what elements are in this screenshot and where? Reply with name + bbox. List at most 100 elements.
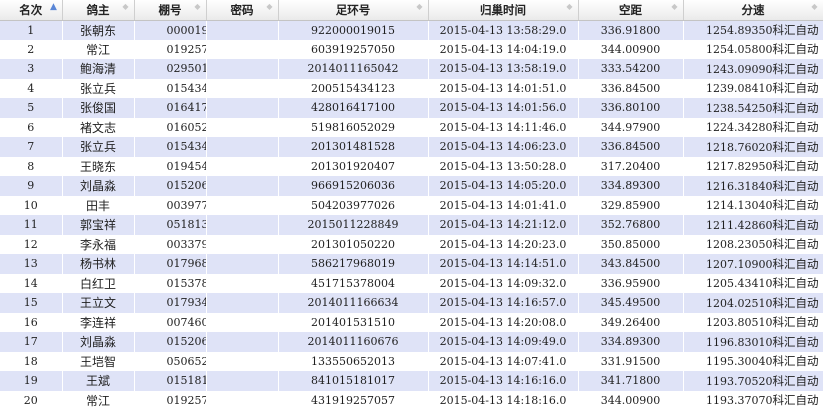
speed-value: 1224.34280 — [706, 121, 773, 135]
column-header-speed[interactable]: 分速 ◆ — [683, 0, 823, 21]
cell-pigeon_no: 051813 — [134, 215, 207, 235]
column-header-distance[interactable]: 空距 ◆ — [578, 0, 684, 21]
cell-arrival: 2015-04-13 14:16:16.0 — [428, 371, 579, 391]
column-header-ring[interactable]: 足环号 ◆ — [278, 0, 429, 21]
speed-source: 科汇自动 — [772, 256, 819, 271]
cell-rank: 18 — [0, 351, 63, 371]
column-header-code[interactable]: 密码 ◆ — [206, 0, 279, 21]
table-row[interactable]: 2 常江 019257 603919257050 2015-04-13 14:04:19… — [0, 39, 823, 59]
column-header-owner[interactable]: 鸽主 ◆ — [62, 0, 135, 21]
speed-value: 1211.42860 — [706, 218, 773, 232]
cell-owner: 王垲智 — [62, 351, 135, 371]
table-row[interactable]: 11 郭宝祥 051813 2015011228849 2015-04-13 14:21… — [0, 215, 823, 235]
table-row[interactable]: 12 李永福 003379 201301050220 2015-04-13 14:20:… — [0, 234, 823, 254]
cell-owner: 张立兵 — [62, 137, 135, 157]
cell-owner: 褚文志 — [62, 117, 135, 137]
cell-speed: 1243.09090科汇自动 — [683, 59, 823, 79]
cell-owner: 张朝东 — [62, 20, 135, 40]
cell-rank: 16 — [0, 312, 63, 332]
table-row[interactable]: 5 张俊国 016417 428016417100 2015-04-13 14:01:5… — [0, 98, 823, 118]
table-row[interactable]: 7 张立兵 015434 201301481528 2015-04-13 14:06:2… — [0, 137, 823, 157]
cell-distance: 336.95900 — [578, 273, 684, 293]
cell-arrival: 2015-04-13 14:04:19.0 — [428, 39, 579, 59]
speed-source: 科汇自动 — [772, 315, 819, 330]
cell-code — [206, 390, 279, 410]
table-row[interactable]: 1 张朝东 000019 922000019015 2015-04-13 13:58:2… — [0, 20, 823, 40]
column-header-label: 分速 — [741, 2, 765, 17]
column-header-arrival[interactable]: 归巢时间 ◆ — [428, 0, 579, 21]
cell-ring: 2014011166634 — [278, 293, 429, 313]
cell-pigeon_no: 000019 — [134, 20, 207, 40]
cell-pigeon_no: 003379 — [134, 234, 207, 254]
speed-value: 1254.89350 — [706, 24, 773, 37]
cell-ring: 133550652013 — [278, 351, 429, 371]
table-row[interactable]: 20 常江 019257 431919257057 2015-04-13 14:18:1… — [0, 390, 823, 410]
column-header-pigeon_no[interactable]: 棚号 ◆ — [134, 0, 207, 21]
cell-pigeon_no: 019257 — [134, 390, 207, 410]
table-row[interactable]: 14 白红卫 015378 451715378004 2015-04-13 14:09:… — [0, 273, 823, 293]
table-row[interactable]: 10 田丰 003977 504203977026 2015-04-13 14:01:4… — [0, 195, 823, 215]
sort-toggle-icon[interactable]: ◆ — [266, 3, 274, 11]
results-grid: 名次 ▲ 鸽主 ◆ 棚号 ◆ 密码 ◆ 足环号 ◆ 归巢时间 ◆ 空距 ◆ 分速 ◆ 1 张朝东 000019 92… — [0, 0, 823, 420]
table-row[interactable]: 16 李连祥 007460 201401531510 2015-04-13 14:20:… — [0, 312, 823, 332]
sort-toggle-icon[interactable]: ◆ — [811, 3, 819, 11]
cell-arrival: 2015-04-13 14:18:16.0 — [428, 390, 579, 410]
speed-value: 1216.31840 — [706, 179, 773, 193]
table-row[interactable]: 13 杨书林 017968 586217968019 2015-04-13 14:14:… — [0, 254, 823, 274]
cell-rank: 13 — [0, 254, 63, 274]
speed-source: 科汇自动 — [772, 334, 819, 349]
cell-code — [206, 117, 279, 137]
cell-owner: 常江 — [62, 39, 135, 59]
cell-speed: 1193.37070科汇自动 — [683, 390, 823, 410]
cell-owner: 王晓东 — [62, 156, 135, 176]
cell-distance: 345.49500 — [578, 293, 684, 313]
table-row[interactable]: 9 刘晶淼 015206 966915206036 2015-04-13 14:05:2… — [0, 176, 823, 196]
cell-pigeon_no: 017934 — [134, 293, 207, 313]
sort-ascending-icon[interactable]: ▲ — [50, 3, 58, 12]
table-row[interactable]: 8 王晓东 019454 201301920407 2015-04-13 13:50:2… — [0, 156, 823, 176]
cell-ring: 451715378004 — [278, 273, 429, 293]
sort-toggle-icon[interactable]: ◆ — [566, 3, 574, 11]
column-header-label: 足环号 — [335, 2, 371, 17]
cell-arrival: 2015-04-13 14:20:23.0 — [428, 234, 579, 254]
cell-arrival: 2015-04-13 14:16:57.0 — [428, 293, 579, 313]
cell-owner: 鲍海清 — [62, 59, 135, 79]
column-header-label: 棚号 — [158, 2, 182, 17]
cell-code — [206, 273, 279, 293]
column-header-label: 名次 — [19, 2, 43, 17]
cell-pigeon_no: 017968 — [134, 254, 207, 274]
table-row[interactable]: 15 王立文 017934 2014011166634 2015-04-13 14:16… — [0, 293, 823, 313]
column-header-rank[interactable]: 名次 ▲ — [0, 0, 63, 21]
cell-owner: 杨书林 — [62, 254, 135, 274]
cell-code — [206, 78, 279, 98]
cell-owner: 田丰 — [62, 195, 135, 215]
cell-distance: 317.20400 — [578, 156, 684, 176]
cell-code — [206, 39, 279, 59]
cell-rank: 10 — [0, 195, 63, 215]
speed-value: 1205.43410 — [706, 277, 773, 291]
table-row[interactable]: 3 鲍海清 029501 2014011165042 2015-04-13 13:58:… — [0, 59, 823, 79]
speed-source: 科汇自动 — [772, 198, 819, 213]
table-row[interactable]: 19 王斌 015181 841015181017 2015-04-13 14:16:1… — [0, 371, 823, 391]
speed-value: 1193.70520 — [706, 374, 773, 388]
cell-speed: 1254.05800科汇自动 — [683, 39, 823, 59]
cell-arrival: 2015-04-13 13:50:28.0 — [428, 156, 579, 176]
cell-arrival: 2015-04-13 14:01:51.0 — [428, 78, 579, 98]
table-row[interactable]: 17 刘晶淼 015206 2014011160676 2015-04-13 14:09… — [0, 332, 823, 352]
cell-owner: 张立兵 — [62, 78, 135, 98]
cell-pigeon_no: 019257 — [134, 39, 207, 59]
cell-rank: 9 — [0, 176, 63, 196]
sort-toggle-icon[interactable]: ◆ — [416, 3, 424, 11]
cell-distance: 334.89300 — [578, 332, 684, 352]
table-row[interactable]: 18 王垲智 050652 133550652013 2015-04-13 14:07:… — [0, 351, 823, 371]
results-table: 名次 ▲ 鸽主 ◆ 棚号 ◆ 密码 ◆ 足环号 ◆ 归巢时间 ◆ 空距 ◆ 分速 ◆ 1 张朝东 000019 92… — [0, 0, 823, 410]
cell-arrival: 2015-04-13 14:09:32.0 — [428, 273, 579, 293]
cell-owner: 刘晶淼 — [62, 332, 135, 352]
table-row[interactable]: 6 褚文志 016052 519816052029 2015-04-13 14:11:4… — [0, 117, 823, 137]
table-row[interactable]: 4 张立兵 015434 200515434123 2015-04-13 14:01:5… — [0, 78, 823, 98]
sort-toggle-icon[interactable]: ◆ — [194, 3, 202, 11]
cell-code — [206, 371, 279, 391]
sort-toggle-icon[interactable]: ◆ — [671, 3, 679, 11]
speed-source: 科汇自动 — [772, 100, 819, 115]
sort-toggle-icon[interactable]: ◆ — [122, 3, 130, 11]
